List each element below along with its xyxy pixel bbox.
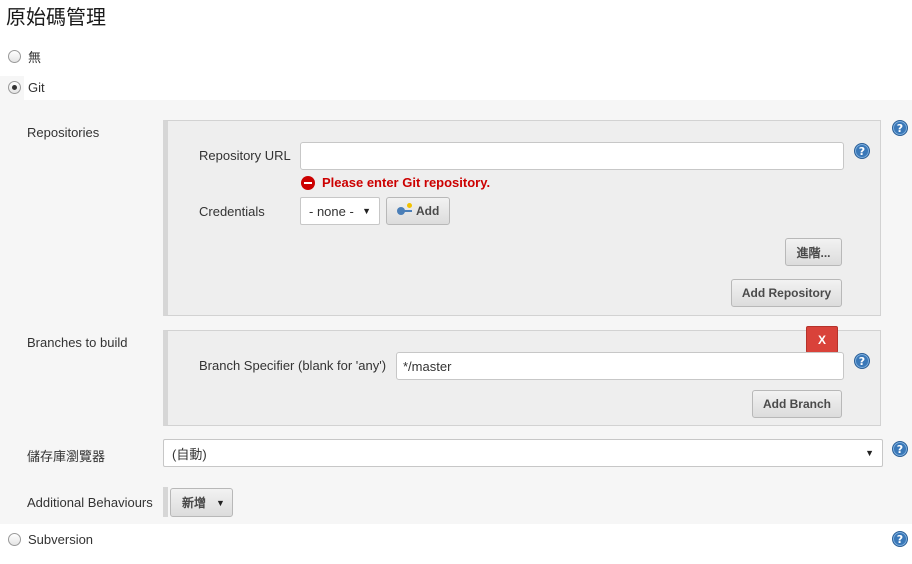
subversion-help-icon[interactable]: ?: [892, 531, 908, 547]
branches-label: Branches to build: [27, 335, 128, 350]
branch-specifier-label: Branch Specifier (blank for 'any'): [199, 358, 387, 373]
repository-url-label: Repository URL: [199, 148, 291, 163]
branch-specifier-input[interactable]: [396, 352, 844, 380]
credentials-selected: - none -: [309, 203, 354, 219]
page-title: 原始碼管理: [6, 5, 106, 29]
repository-url-help-icon[interactable]: ?: [854, 143, 870, 159]
scm-option-subversion[interactable]: Subversion: [8, 529, 93, 549]
behaviours-indicator: [163, 487, 168, 517]
radio-none-label: 無: [28, 49, 42, 65]
branch-specifier-help-icon[interactable]: ?: [854, 353, 870, 369]
chevron-down-icon: ▼: [362, 206, 371, 216]
repo-browser-label: 儲存庫瀏覽器: [27, 449, 106, 464]
additional-behaviours-label: Additional Behaviours: [27, 495, 153, 510]
repository-url-error: Please enter Git repository.: [301, 175, 490, 190]
credentials-select[interactable]: - none - ▼: [300, 197, 380, 225]
add-branch-button[interactable]: Add Branch: [752, 390, 842, 418]
repo-browser-help-icon[interactable]: ?: [892, 441, 908, 457]
radio-git[interactable]: [8, 80, 21, 94]
repositories-label: Repositories: [27, 125, 100, 140]
radio-subversion-label: Subversion: [28, 531, 94, 547]
add-behaviour-label: 新增: [182, 496, 207, 510]
chevron-down-icon: ▼: [865, 448, 874, 458]
delete-branch-button[interactable]: X: [806, 326, 838, 353]
add-credentials-button[interactable]: Add: [386, 197, 450, 225]
error-icon: [301, 175, 315, 190]
advanced-button[interactable]: 進階...: [785, 238, 842, 266]
chevron-down-icon: ▼: [216, 497, 225, 508]
repo-browser-selected: (自動): [172, 446, 207, 462]
radio-none[interactable]: [8, 49, 21, 63]
repository-url-input[interactable]: [300, 142, 844, 170]
add-credentials-label: Add: [416, 204, 440, 218]
add-behaviour-button[interactable]: 新增 ▼: [170, 488, 233, 517]
repo-browser-select[interactable]: (自動) ▼: [163, 439, 883, 467]
scm-option-git[interactable]: Git: [8, 77, 45, 97]
scm-option-none[interactable]: 無: [8, 46, 41, 66]
radio-git-label: Git: [28, 79, 45, 95]
radio-subversion[interactable]: [8, 532, 21, 546]
credentials-label: Credentials: [199, 204, 265, 219]
repository-url-error-text: Please enter Git repository.: [322, 175, 491, 190]
repositories-help-icon[interactable]: ?: [892, 120, 908, 136]
add-repository-button[interactable]: Add Repository: [731, 279, 842, 307]
key-icon: [397, 203, 413, 216]
